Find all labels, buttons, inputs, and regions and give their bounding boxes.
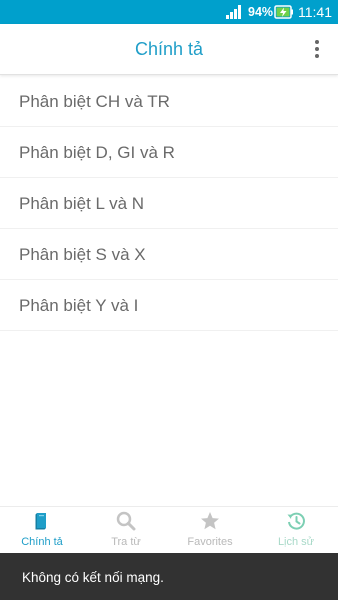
status-bar: 94% 11:41 <box>0 0 338 24</box>
nav-tab-lich-su[interactable]: Lịch sử <box>254 507 338 553</box>
clock: 11:41 <box>298 4 332 20</box>
nav-label: Chính tả <box>21 536 63 548</box>
more-vert-icon[interactable] <box>306 38 328 60</box>
list-item-label: Phân biệt CH và TR <box>19 92 170 111</box>
search-icon <box>116 511 136 531</box>
lesson-list: Phân biệt CH và TR Phân biệt D, GI và R … <box>0 76 338 331</box>
list-item-label: Phân biệt Y và I <box>19 296 139 315</box>
snackbar-message: Không có kết nối mạng. <box>22 570 164 585</box>
bottom-navigation: Chính tả Tra từ Favorites Lịch sử <box>0 506 338 553</box>
book-icon <box>35 513 46 530</box>
list-item-ch-tr[interactable]: Phân biệt CH và TR <box>0 76 338 127</box>
list-item-label: Phân biệt L và N <box>19 194 145 213</box>
list-item-label: Phân biệt D, GI và R <box>19 143 175 162</box>
nav-label: Lịch sử <box>277 536 315 548</box>
nav-label: Tra từ <box>111 536 141 548</box>
nav-label: Favorites <box>187 536 233 548</box>
list-item-label: Phân biệt S và X <box>19 245 146 264</box>
list-item-l-n[interactable]: Phân biệt L và N <box>0 178 338 229</box>
list-item-d-gi-r[interactable]: Phân biệt D, GI và R <box>0 127 338 178</box>
app-bar: Chính tả <box>0 24 338 75</box>
nav-tab-favorites[interactable]: Favorites <box>168 507 252 553</box>
nav-tab-tra-tu[interactable]: Tra từ <box>84 507 168 553</box>
battery-charging-icon <box>274 5 293 19</box>
list-item-y-i[interactable]: Phân biệt Y và I <box>0 280 338 331</box>
battery-percent: 94% <box>248 5 274 19</box>
snackbar: Không có kết nối mạng. <box>0 553 338 600</box>
star-icon <box>201 512 219 530</box>
history-icon <box>287 512 305 530</box>
signal-icon <box>226 5 241 19</box>
nav-tab-chinh-ta[interactable]: Chính tả <box>0 507 84 553</box>
page-title: Chính tả <box>134 39 204 59</box>
list-item-s-x[interactable]: Phân biệt S và X <box>0 229 338 280</box>
